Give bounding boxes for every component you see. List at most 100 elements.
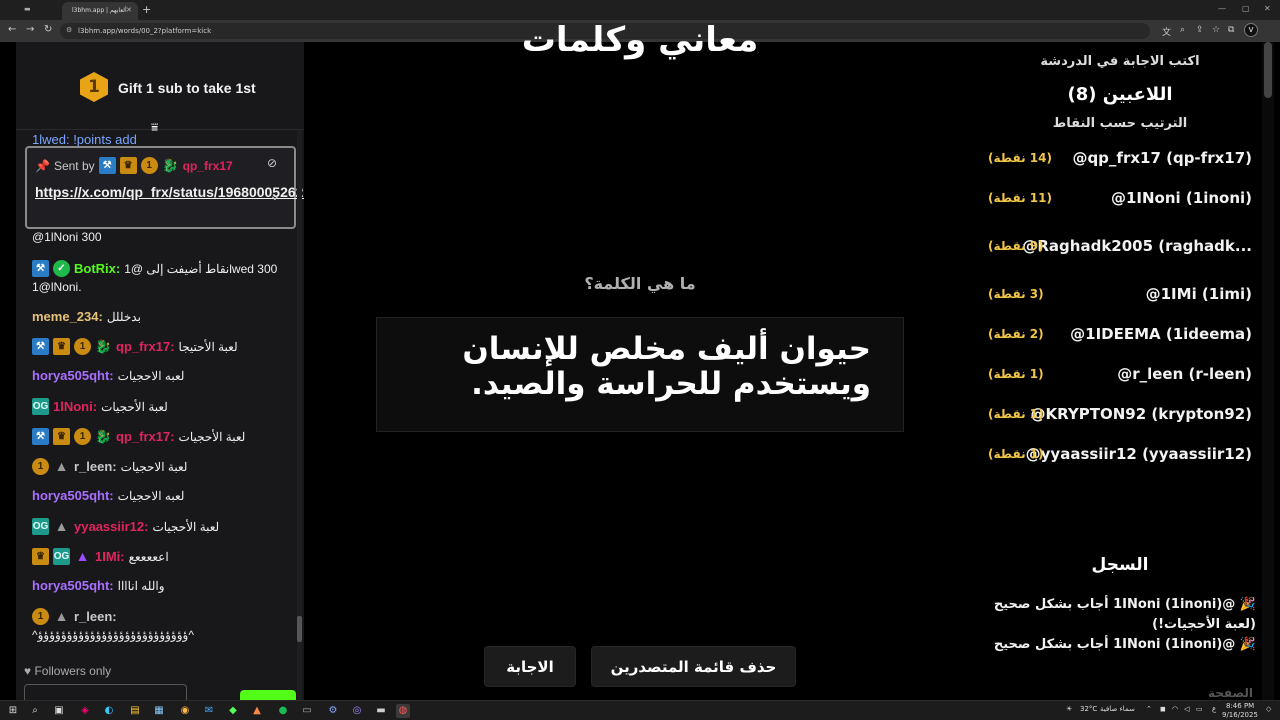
app-icon[interactable]: ▲	[250, 704, 264, 718]
notifications-icon[interactable]: ◇	[1266, 705, 1271, 713]
profile-avatar[interactable]: V	[1244, 23, 1258, 37]
player-score: (9 نقطة)	[988, 239, 1044, 253]
tray-chevron-icon[interactable]: ⌃	[1146, 705, 1152, 713]
player-name: @qp_frx17 (qp-frx17)	[1072, 149, 1252, 167]
chat-message-text: بدخللل	[106, 309, 141, 324]
profile-initial: V	[1248, 26, 1254, 34]
steam-icon[interactable]: ⚙	[326, 704, 340, 718]
reload-icon[interactable]: ↻	[44, 24, 52, 35]
pinned-username[interactable]: qp_frx17	[183, 159, 233, 173]
tray-app-icon[interactable]: ◼	[1160, 705, 1166, 713]
hide-eye-icon[interactable]: ⊘	[267, 156, 277, 170]
language-indicator[interactable]: ع	[1212, 705, 1216, 713]
clue-box: حيوان أليف مخلص للإنسان ويستخدم للحراسة …	[376, 317, 904, 432]
app-icon[interactable]: ▭	[300, 704, 314, 718]
player-score: (1 نقطة)	[988, 407, 1044, 421]
chat-username[interactable]: 1lNoni:	[53, 399, 97, 414]
discord-icon[interactable]: ◎	[350, 704, 364, 718]
pinned-link[interactable]: https://x.com/qp_frx/status/196800052628…	[35, 182, 304, 202]
chat-username[interactable]: horya505qht:	[32, 578, 114, 593]
battery-icon[interactable]: ▭	[1196, 705, 1203, 713]
tab-title: l3bhm.app | ألعابهم	[72, 7, 127, 14]
share-icon[interactable]: ⇪	[1196, 25, 1204, 35]
dragon-badge-icon: 🐉	[95, 339, 112, 354]
network-icon[interactable]: ◠	[1172, 705, 1178, 713]
outlook-icon[interactable]: ✉	[202, 704, 216, 718]
chat-username[interactable]: r_leen:	[74, 609, 117, 624]
chat-message-text: لعبه الاحجيات	[117, 368, 185, 383]
clock-time[interactable]: 8:46 PM	[1226, 702, 1254, 710]
back-icon[interactable]: ←	[8, 24, 16, 35]
chat-username[interactable]: r_leen:	[74, 459, 117, 474]
task-view-icon[interactable]: ▣	[52, 704, 66, 718]
windows-start-icon[interactable]: ⊞	[6, 704, 20, 718]
page-scrollbar[interactable]	[1262, 42, 1274, 700]
collapse-icon[interactable]: ⩸	[151, 120, 158, 135]
log-line: 🎉 @1INoni (1inoni) أجاب بشكل صحيح	[993, 637, 1256, 652]
chat-username[interactable]: meme_234:	[32, 309, 103, 324]
clear-leaderboard-button[interactable]: حذف قائمة المتصدرين	[591, 646, 796, 687]
chat-username[interactable]: horya505qht:	[32, 368, 114, 383]
close-window-icon[interactable]: ✕	[1264, 4, 1271, 13]
chat-message-text: @1lNoni 300	[32, 230, 102, 244]
chat-username[interactable]: yyaassiir12:	[74, 519, 148, 534]
translate-icon[interactable]: 文	[1162, 25, 1171, 38]
app-icon[interactable]: ▬	[374, 704, 388, 718]
og-badge-icon: OG	[53, 548, 70, 565]
chat-username[interactable]: qp_frx17:	[116, 339, 175, 354]
question-label: ما هي الكلمة؟	[584, 274, 696, 293]
app-icon[interactable]: ◆	[226, 704, 240, 718]
store-icon[interactable]: ▦	[152, 704, 166, 718]
file-explorer-icon[interactable]: ▤	[128, 704, 142, 718]
volume-icon[interactable]: ◁	[1184, 705, 1189, 713]
chat-message-text: اعععععع	[128, 549, 169, 564]
sub-badge-icon: 1	[74, 338, 91, 355]
weather-text[interactable]: سماء صافية	[1100, 705, 1135, 713]
copilot-icon[interactable]: ◈	[78, 704, 92, 718]
chat-message-continuation: ^ؤؤؤؤؤؤؤؤؤؤؤؤؤؤؤؤؤؤؤؤؤؤؤؤؤؤ^	[32, 628, 194, 642]
bookmark-star-icon[interactable]: ☆	[1212, 25, 1220, 35]
moderator-badge-icon: ⚒	[32, 428, 49, 445]
chat-message: ⚒ ♛ 1 🐉 qp_frx17: لعبة الأحجيات	[32, 428, 245, 445]
player-name: @Raghadk2005 (raghadk...	[1022, 237, 1252, 255]
chat-send-button[interactable]	[240, 690, 296, 700]
forward-icon[interactable]: →	[26, 24, 34, 35]
weather-icon[interactable]: ☀	[1066, 705, 1072, 713]
chat-username[interactable]: BotRix:	[74, 261, 120, 276]
new-tab-icon[interactable]: +	[142, 3, 151, 16]
site-info-icon[interactable]: ⚙	[66, 26, 72, 34]
clock-date[interactable]: 9/16/2025	[1222, 711, 1258, 719]
chat-username[interactable]: 1IMi:	[95, 549, 125, 564]
player-score: (2 نقطة)	[988, 327, 1044, 341]
kick-tab-icon[interactable]: ▬	[24, 5, 31, 13]
chevron-down-icon[interactable]: ⌄	[269, 188, 281, 204]
crown-badge-icon: ♛	[119, 157, 137, 174]
player-name: @yyaassiir12 (yyaassiir12)	[1025, 445, 1252, 463]
gift-banner[interactable]: 1 Gift 1 sub to take 1st ⩸	[16, 42, 304, 134]
chat-username[interactable]: qp_frx17:	[116, 429, 175, 444]
answer-button[interactable]: الاجابة	[484, 646, 576, 687]
search-icon[interactable]: ⌕	[28, 704, 42, 718]
chat-scrollbar[interactable]	[297, 130, 302, 700]
maximize-icon[interactable]: ▢	[1242, 4, 1250, 13]
tier-badge-icon: ▲	[54, 608, 69, 624]
spotify-icon[interactable]: ●	[276, 704, 290, 718]
chat-username[interactable]: horya505qht:	[32, 488, 114, 503]
page-scroll-thumb[interactable]	[1264, 42, 1272, 98]
obs-icon[interactable]: ◍	[396, 704, 410, 718]
minimize-icon[interactable]: —	[1218, 4, 1226, 13]
chat-message: horya505qht: لعبه الاحجيات	[32, 488, 184, 503]
dragon-badge-icon: 🐉	[162, 158, 179, 173]
tab-close-icon[interactable]: ✕	[126, 6, 132, 14]
moderator-badge-icon: ⚒	[32, 260, 49, 277]
chat-scroll-thumb[interactable]	[297, 616, 302, 642]
chat-input[interactable]	[24, 684, 187, 700]
write-answer-hint: اكتب الاجابة في الدردشة	[1040, 54, 1200, 69]
chrome-icon[interactable]: ◉	[178, 704, 192, 718]
windows-taskbar: ⊞ ⌕ ▣ ◈ ◐ ▤ ▦ ◉ ✉ ◆ ▲ ● ▭ ⚙ ◎ ▬ ◍ ☀ 32°C…	[0, 700, 1280, 720]
extensions-icon[interactable]: ⧉	[1228, 25, 1234, 35]
edge-icon[interactable]: ◐	[102, 704, 116, 718]
log-line: 🎉 @1INoni (1inoni) أجاب بشكل صحيح	[993, 597, 1256, 612]
zoom-icon[interactable]: ⌕	[1180, 25, 1185, 35]
weather-temp[interactable]: 32°C	[1080, 705, 1097, 713]
